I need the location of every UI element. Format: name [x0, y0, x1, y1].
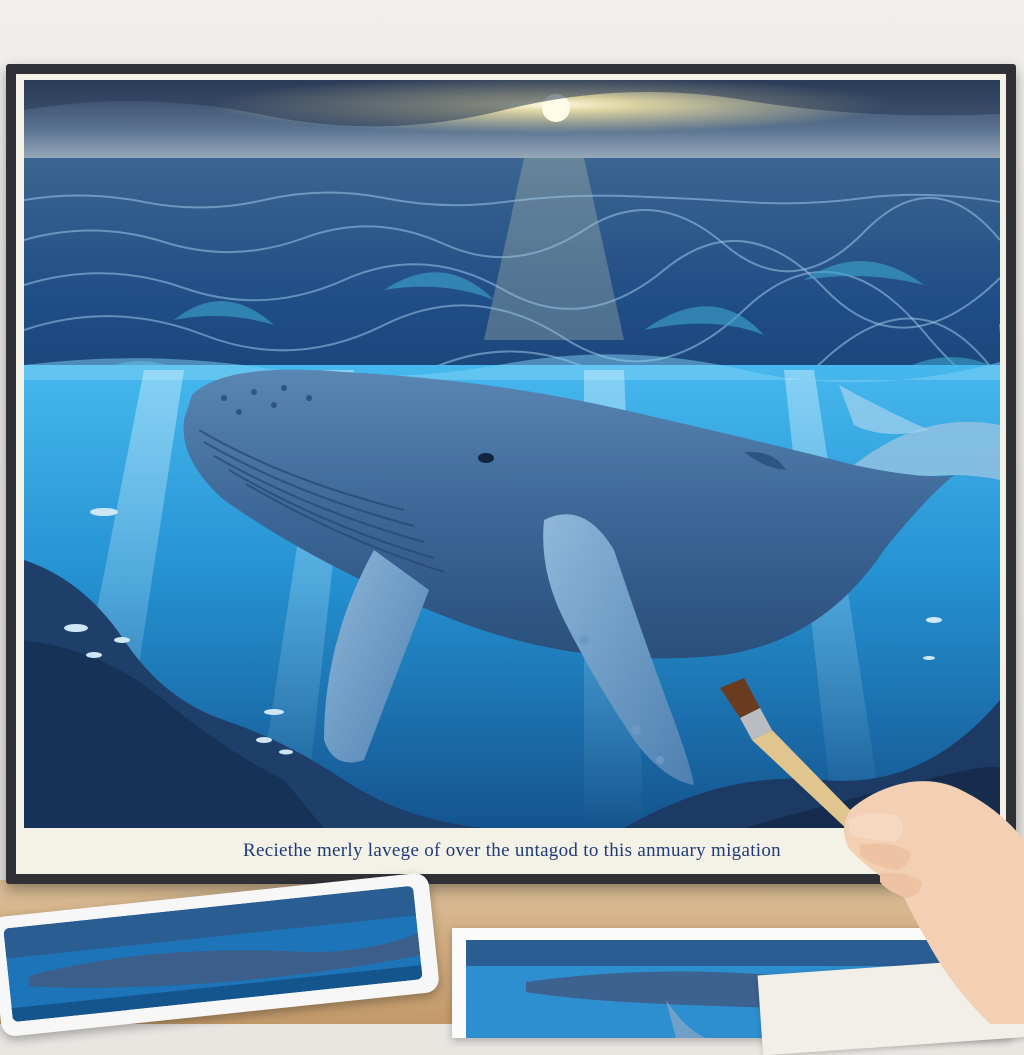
whale-eye — [478, 453, 494, 463]
paintbrush-icon — [720, 678, 860, 832]
hand-with-brush — [700, 670, 1024, 1024]
